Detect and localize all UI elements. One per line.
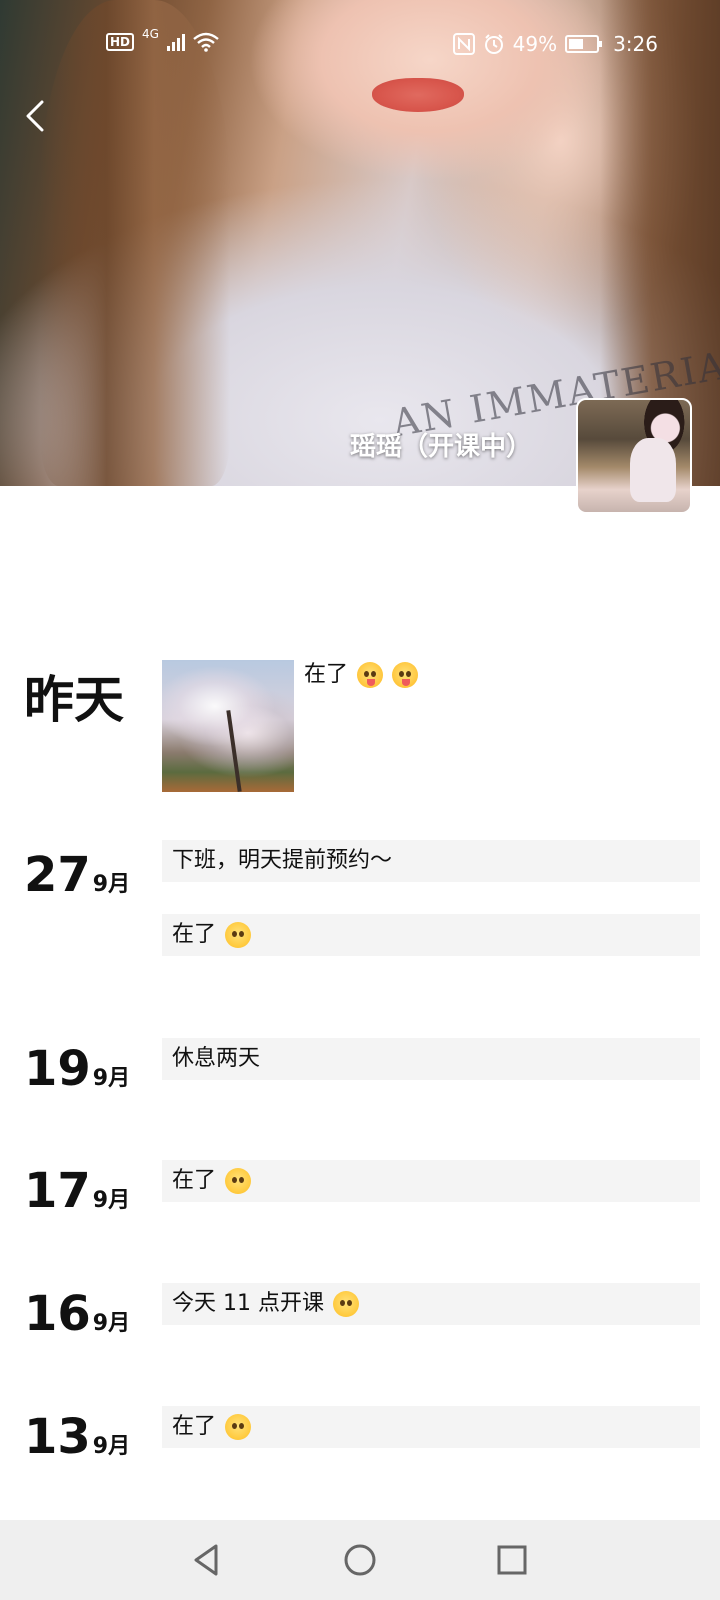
date-label: 169月 <box>24 1283 130 1343</box>
date-month: 9月 <box>92 1066 131 1091</box>
smile-emoji-icon <box>225 922 252 948</box>
tongue-wink-emoji-icon <box>392 662 419 688</box>
date-day: 27 <box>24 847 91 903</box>
date-label-yesterday: 昨天 <box>24 671 124 729</box>
date-label: 139月 <box>24 1406 130 1466</box>
back-button[interactable] <box>20 96 56 136</box>
status-bar: HD 4G 49% 3:26 <box>0 27 720 64</box>
tongue-wink-emoji-icon <box>357 662 384 688</box>
timeline-entry: 199月 休息两天 <box>0 1038 720 1098</box>
post-text-content: 在了 <box>304 662 349 687</box>
date-month: 9月 <box>92 1434 131 1459</box>
date-day: 17 <box>24 1163 91 1219</box>
post-photo-thumbnail[interactable] <box>162 660 294 792</box>
cover-lips <box>372 78 464 112</box>
smile-emoji-icon <box>225 1168 252 1194</box>
timeline-entry-yesterday: 昨天 在了 <box>0 660 720 800</box>
date-day: 13 <box>24 1409 91 1465</box>
alarm-icon <box>484 34 503 54</box>
profile-name: 瑶瑶（开课中） <box>350 432 533 462</box>
date-month: 9月 <box>92 872 131 897</box>
date-label: 279月 <box>24 844 130 904</box>
date-day: 19 <box>24 1041 91 1097</box>
post-text-content: 在了 <box>172 1414 217 1439</box>
post-text-item[interactable]: 在了 <box>162 914 700 956</box>
post-text-item[interactable]: 在了 <box>162 1406 700 1448</box>
timeline-entry: 179月 在了 <box>0 1160 720 1220</box>
circle-home-icon <box>344 1544 376 1576</box>
system-navigation-bar <box>0 1520 720 1600</box>
signal-icon <box>166 33 185 51</box>
battery-percent: 49% <box>512 32 558 56</box>
post-text-content: 在了 <box>172 922 217 947</box>
nav-back-button[interactable] <box>186 1540 226 1580</box>
network-type: 4G <box>142 27 159 41</box>
wifi-icon <box>193 32 219 52</box>
avatar[interactable] <box>576 398 692 514</box>
status-left: HD 4G <box>106 27 219 52</box>
post-text-content: 今天 11 点开课 <box>172 1291 324 1316</box>
chevron-left-icon <box>26 100 44 132</box>
post-text-item[interactable]: 在了 <box>162 1160 700 1202</box>
date-day: 16 <box>24 1286 91 1342</box>
nav-recents-button[interactable] <box>492 1540 532 1580</box>
date-label: 199月 <box>24 1038 130 1098</box>
post-text-item[interactable]: 休息两天 <box>162 1038 700 1080</box>
nfc-icon <box>452 33 475 55</box>
hd-icon: HD <box>106 33 135 51</box>
post-text-content: 在了 <box>172 1168 217 1193</box>
triangle-back-icon <box>194 1544 218 1576</box>
post-text-content: 下班，明天提前预约～ <box>172 848 393 873</box>
battery-icon <box>565 35 603 53</box>
smile-emoji-icon <box>225 1414 252 1440</box>
date-month: 9月 <box>92 1311 131 1336</box>
clock-time: 3:26 <box>613 32 658 56</box>
timeline-entry: 139月 在了 <box>0 1406 720 1466</box>
post-text[interactable]: 在了 <box>304 660 419 690</box>
post-text-content: 休息两天 <box>172 1046 261 1071</box>
cover-hair-left <box>40 0 230 486</box>
date-label: 179月 <box>24 1160 130 1220</box>
post-text-item[interactable]: 下班，明天提前预约～ <box>162 840 700 882</box>
timeline-entry: 279月 下班，明天提前预约～ 在了 <box>0 840 720 960</box>
nav-home-button[interactable] <box>340 1540 380 1580</box>
date-month: 9月 <box>92 1188 131 1213</box>
timeline-entry: 169月 今天 11 点开课 <box>0 1283 720 1343</box>
post-text-item[interactable]: 今天 11 点开课 <box>162 1283 700 1325</box>
smile-emoji-icon <box>332 1291 359 1317</box>
square-recents-icon <box>497 1545 527 1575</box>
status-right: 49% 3:26 <box>452 32 658 56</box>
